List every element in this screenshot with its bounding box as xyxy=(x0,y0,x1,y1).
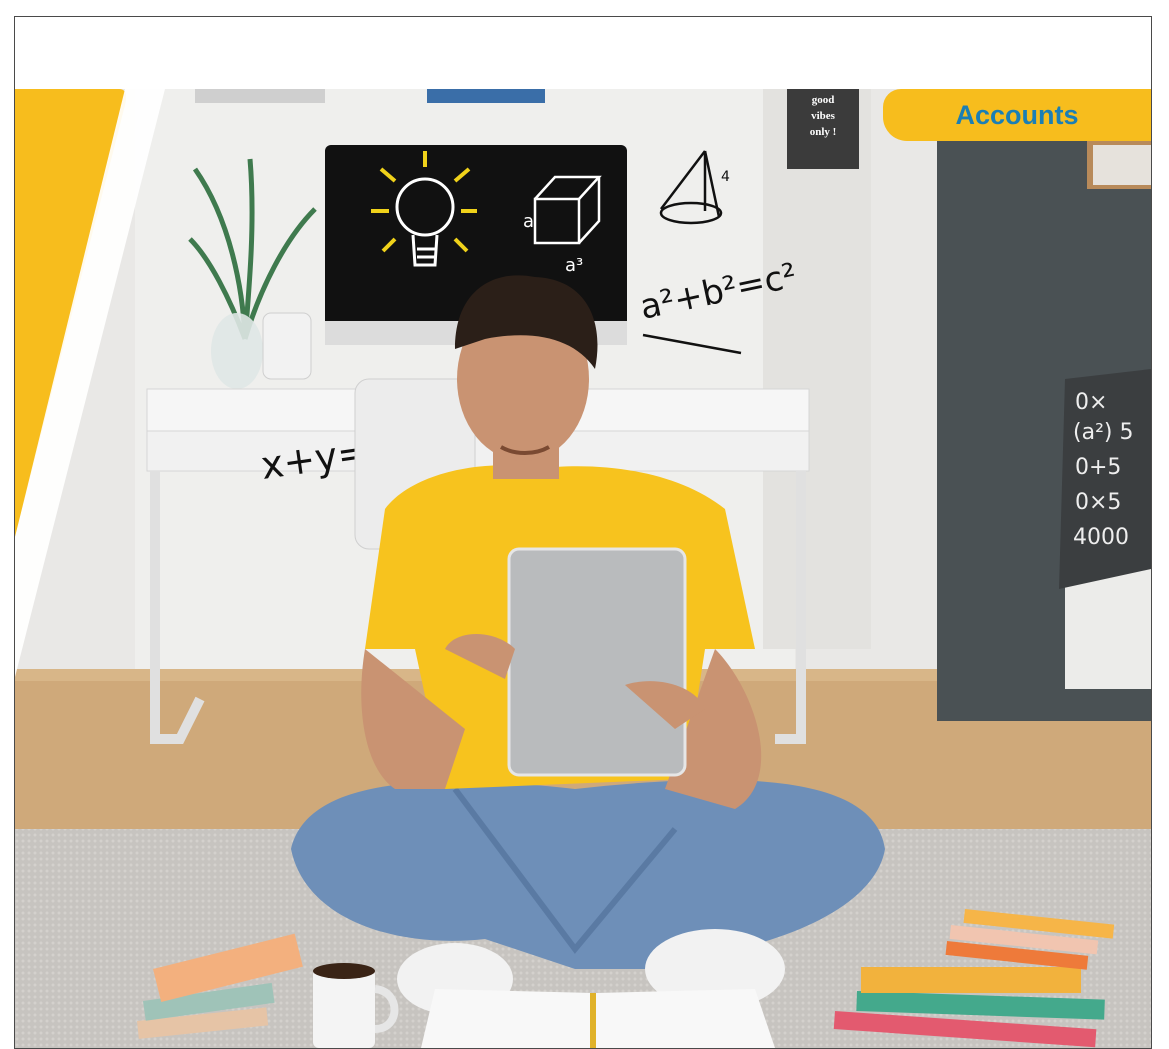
svg-text:only !: only ! xyxy=(810,126,837,138)
tablet xyxy=(507,547,687,777)
open-notebook xyxy=(421,989,775,1048)
svg-text:0+5: 0+5 xyxy=(1075,455,1121,480)
svg-text:vibes: vibes xyxy=(811,110,836,122)
svg-text:0×5: 0×5 xyxy=(1075,490,1121,515)
svg-text:a³: a³ xyxy=(565,255,583,276)
svg-text:a: a xyxy=(523,211,534,232)
hero-photo: 0× (a²) 5 0+5 0×5 4000 good vibes only ! xyxy=(15,89,1151,1048)
svg-text:4000: 4000 xyxy=(1073,525,1129,550)
svg-text:(a²) 5: (a²) 5 xyxy=(1073,420,1133,445)
shelf-accent xyxy=(427,89,545,103)
svg-text:4: 4 xyxy=(721,169,730,185)
brand-wedge xyxy=(15,89,165,677)
svg-text:0×: 0× xyxy=(1075,390,1107,415)
svg-text:good: good xyxy=(812,94,835,106)
accounts-tab-label: Accounts xyxy=(955,99,1079,130)
cabinet xyxy=(763,89,871,649)
accounts-tab[interactable]: Accounts xyxy=(883,89,1151,141)
banner-frame: 0× (a²) 5 0+5 0×5 4000 good vibes only ! xyxy=(14,16,1152,1049)
